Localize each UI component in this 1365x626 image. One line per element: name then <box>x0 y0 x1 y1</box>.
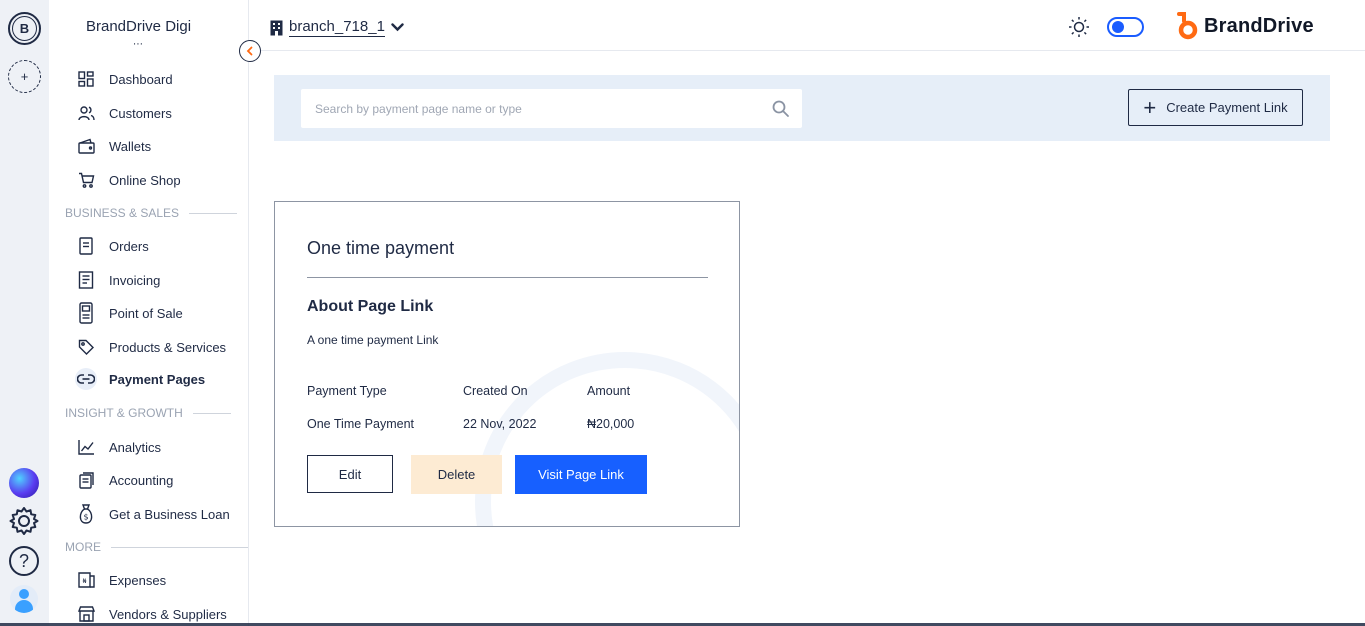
dashboard-icon <box>77 70 95 88</box>
orders-icon <box>77 237 95 255</box>
top-bar: branch_718_1 BrandDrive <box>250 0 1365 51</box>
business-name[interactable]: BrandDrive Digi <box>86 18 191 35</box>
plus-icon: + <box>1143 94 1157 120</box>
created-on-value: 22 Nov, 2022 <box>463 417 537 431</box>
sun-icon[interactable] <box>1068 16 1090 38</box>
sidebar-item-label: Dashboard <box>109 71 173 87</box>
amount-header: Amount <box>587 384 631 398</box>
amount-value: ₦20,000 <box>587 417 635 431</box>
analytics-icon <box>77 438 95 456</box>
visit-page-link-button[interactable]: Visit Page Link <box>515 455 647 494</box>
theme-toggle[interactable] <box>1107 17 1144 37</box>
sidebar-item-analytics[interactable]: Analytics <box>77 435 161 459</box>
card-divider <box>307 277 708 278</box>
section-label: MORE <box>65 540 101 554</box>
workspace-avatar[interactable]: B <box>8 12 41 45</box>
chevron-left-icon <box>246 46 253 56</box>
plus-icon: + <box>20 69 29 84</box>
section-more: MORE <box>65 540 248 554</box>
sidebar: BrandDrive Digi ⋯ Dashboard Customers Wa… <box>49 0 249 626</box>
globe-icon[interactable] <box>9 468 39 498</box>
sidebar-item-label: Get a Business Loan <box>109 506 230 522</box>
user-avatar[interactable] <box>10 585 38 613</box>
edit-button[interactable]: Edit <box>307 455 393 493</box>
add-workspace-button[interactable]: + <box>8 60 41 93</box>
sidebar-item-label: Point of Sale <box>109 305 183 321</box>
section-business-sales: BUSINESS & SALES <box>65 206 238 220</box>
sidebar-item-accounting[interactable]: Accounting <box>77 468 173 492</box>
sidebar-item-label: Expenses <box>109 572 167 588</box>
sidebar-item-label: Accounting <box>109 472 174 488</box>
sidebar-item-label: Invoicing <box>109 272 161 288</box>
sidebar-item-invoicing[interactable]: Invoicing <box>77 268 160 292</box>
branddrive-logo-icon <box>1177 12 1198 40</box>
wallet-icon <box>77 137 95 155</box>
about-description: A one time payment Link <box>307 333 439 347</box>
sidebar-item-label: Orders <box>109 238 149 254</box>
payment-type-header: Payment Type <box>307 384 387 398</box>
chevron-down-icon <box>391 23 404 32</box>
customers-icon <box>77 104 95 122</box>
section-insight-growth: INSIGHT & GROWTH <box>65 406 231 420</box>
payment-type-value: One Time Payment <box>307 417 414 431</box>
section-label: BUSINESS & SALES <box>65 206 180 220</box>
link-icon <box>75 368 97 390</box>
logo-text: BrandDrive <box>1204 14 1314 37</box>
search-band: + Create Payment Link <box>274 75 1330 141</box>
sidebar-item-label: Wallets <box>109 138 152 154</box>
money-bag-icon: $ <box>77 504 95 524</box>
sidebar-item-customers[interactable]: Customers <box>77 101 172 125</box>
expenses-icon: ₦ <box>77 571 95 589</box>
create-payment-link-label: Create Payment Link <box>1166 100 1288 115</box>
section-label: INSIGHT & GROWTH <box>65 406 183 420</box>
sidebar-item-label: Products & Services <box>109 339 227 355</box>
card-title: One time payment <box>307 238 455 258</box>
sidebar-item-dashboard[interactable]: Dashboard <box>77 67 173 91</box>
sidebar-item-expenses[interactable]: ₦ Expenses <box>77 568 166 592</box>
sidebar-item-orders[interactable]: Orders <box>77 234 149 258</box>
sidebar-item-label: Online Shop <box>109 172 181 188</box>
branch-name: branch_718_1 <box>289 18 385 37</box>
invoice-icon <box>77 271 95 289</box>
created-on-header: Created On <box>463 384 528 398</box>
sidebar-item-label: Payment Pages <box>109 371 206 387</box>
sidebar-item-online-shop[interactable]: Online Shop <box>77 168 181 192</box>
card-decoration <box>475 352 739 526</box>
sidebar-item-label: Customers <box>109 105 172 121</box>
create-payment-link-button[interactable]: + Create Payment Link <box>1128 89 1303 126</box>
sidebar-item-products-services[interactable]: Products & Services <box>77 335 226 359</box>
delete-button[interactable]: Delete <box>411 455 502 494</box>
payment-page-card: One time payment About Page Link A one t… <box>274 201 740 527</box>
help-icon: ? <box>18 550 29 571</box>
pos-icon <box>77 302 95 324</box>
accounting-icon <box>77 471 95 489</box>
business-menu-dots-icon[interactable]: ⋯ <box>133 40 144 50</box>
sidebar-item-wallets[interactable]: Wallets <box>77 134 151 158</box>
sidebar-item-payment-pages[interactable]: Payment Pages <box>75 367 206 391</box>
sidebar-item-business-loan[interactable]: $ Get a Business Loan <box>77 502 230 526</box>
sidebar-item-point-of-sale[interactable]: Point of Sale <box>77 301 183 325</box>
sidebar-item-label: Vendors & Suppliers <box>109 606 227 622</box>
search-input[interactable] <box>301 89 802 128</box>
cart-icon <box>77 171 95 189</box>
building-icon <box>270 20 283 35</box>
branch-selector[interactable]: branch_718_1 <box>270 18 404 37</box>
about-heading: About Page Link <box>307 298 434 315</box>
settings-gear-icon[interactable] <box>8 505 40 537</box>
search-icon[interactable] <box>771 99 791 119</box>
branddrive-logo: BrandDrive <box>1176 12 1314 40</box>
workspace-initial: B <box>12 16 37 41</box>
collapse-sidebar-button[interactable] <box>239 40 261 62</box>
store-icon <box>77 605 95 623</box>
sidebar-item-label: Analytics <box>109 439 162 455</box>
help-button[interactable]: ? <box>9 546 39 576</box>
tag-icon <box>77 338 95 356</box>
svg-text:$: $ <box>83 513 88 522</box>
svg-text:₦: ₦ <box>82 578 86 585</box>
app-rail: B + ? <box>0 0 49 626</box>
